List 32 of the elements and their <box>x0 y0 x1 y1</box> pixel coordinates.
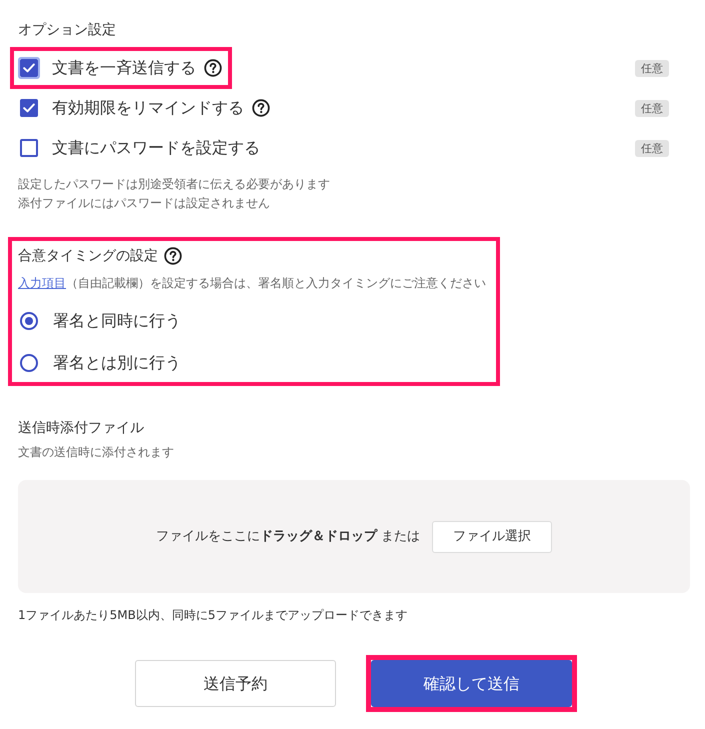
optional-badge: 任意 <box>635 140 669 156</box>
confirm-send-button[interactable]: 確認して送信 <box>371 660 572 707</box>
checkmark-icon <box>23 63 35 73</box>
radio-label[interactable]: 署名と同時に行う <box>53 310 181 332</box>
file-drop-zone[interactable]: ファイルをここにドラッグ＆ドロップ または ファイル選択 <box>18 480 690 593</box>
upload-limit-note: 1ファイルあたり5MB以内、同時に5ファイルまでアップロードできます <box>18 607 408 624</box>
help-icon[interactable] <box>164 247 182 265</box>
checkmark-icon <box>23 103 35 113</box>
drop-zone-text: ファイルをここにドラッグ＆ドロップ または <box>156 528 420 546</box>
checkbox[interactable] <box>18 137 40 159</box>
radio-label[interactable]: 署名とは別に行う <box>53 352 181 374</box>
schedule-send-button[interactable]: 送信予約 <box>135 660 336 707</box>
help-icon[interactable] <box>252 99 270 117</box>
checkbox[interactable] <box>18 57 40 79</box>
note-text: 添付ファイルにはパスワードは設定されません <box>18 195 270 212</box>
option-label[interactable]: 有効期限をリマインドする <box>52 97 244 119</box>
option-label[interactable]: 文書を一斉送信する <box>52 57 196 79</box>
timing-note: 入力項目（自由記載欄）を設定する場合は、署名順と入力タイミングにご注意ください <box>18 275 486 292</box>
checkbox[interactable] <box>18 97 40 119</box>
note-text: 設定したパスワードは別途受領者に伝える必要があります <box>18 176 330 193</box>
file-select-button[interactable]: ファイル選択 <box>432 520 552 552</box>
optional-badge: 任意 <box>635 60 669 76</box>
section-title: 合意タイミングの設定 <box>18 247 158 266</box>
input-fields-link[interactable]: 入力項目 <box>18 276 66 290</box>
help-icon[interactable] <box>204 59 222 77</box>
option-label[interactable]: 文書にパスワードを設定する <box>52 137 260 159</box>
optional-badge: 任意 <box>635 100 669 116</box>
section-subtitle: 文書の送信時に添付されます <box>18 444 174 461</box>
radio-button[interactable] <box>20 312 38 330</box>
section-title: オプション設定 <box>18 21 116 40</box>
section-title: 送信時添付ファイル <box>18 419 144 438</box>
radio-button[interactable] <box>20 354 38 372</box>
